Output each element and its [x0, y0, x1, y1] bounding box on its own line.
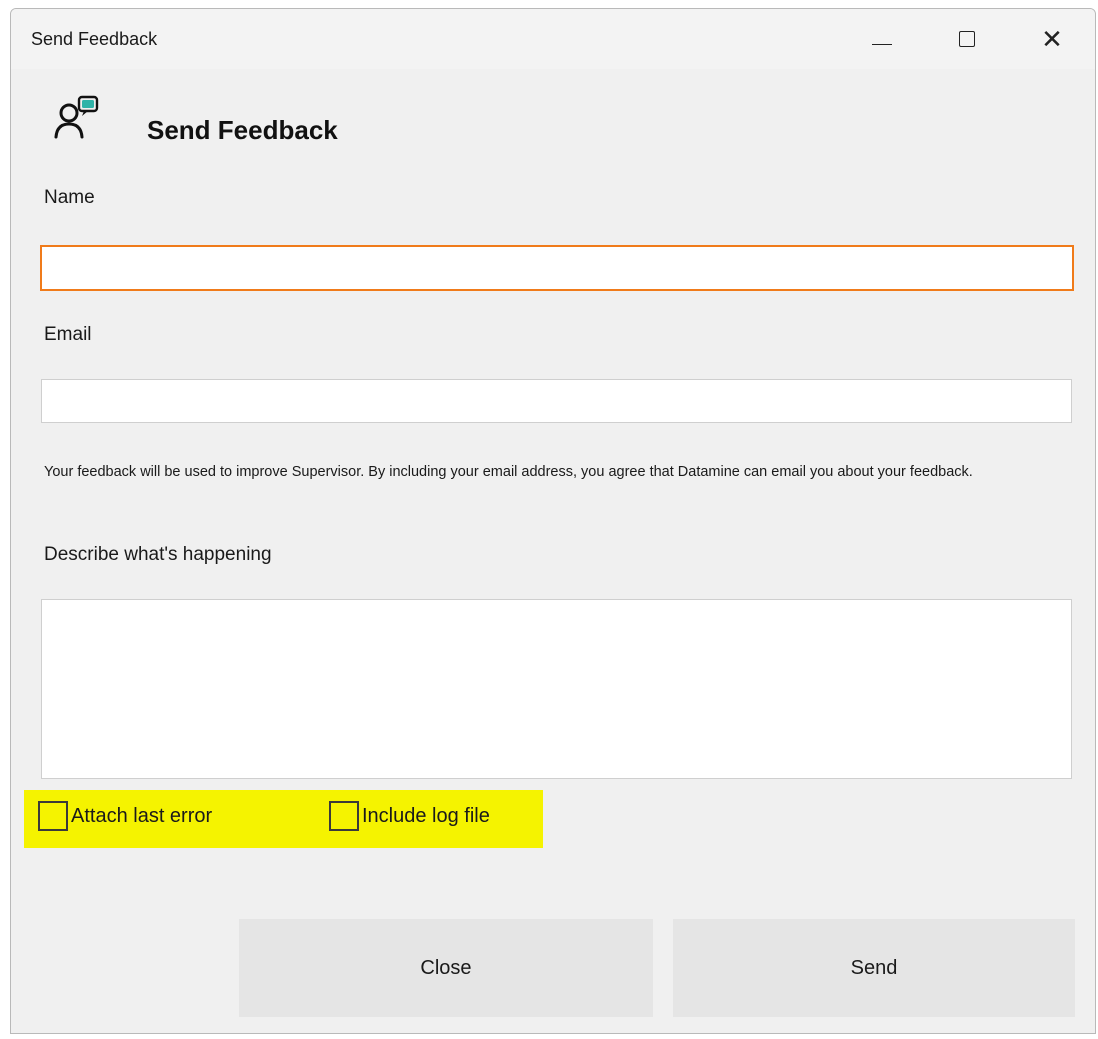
- maximize-icon: [959, 31, 975, 47]
- window-title: Send Feedback: [31, 29, 158, 49]
- include-log-file-option[interactable]: Include log file: [329, 801, 490, 831]
- title-bar[interactable]: Send Feedback ✕: [11, 9, 1095, 69]
- privacy-notice: Your feedback will be used to improve Su…: [44, 464, 973, 480]
- include-log-file-checkbox[interactable]: [329, 801, 359, 831]
- minimize-icon: [872, 43, 892, 45]
- close-window-button[interactable]: ✕: [1021, 9, 1083, 69]
- maximize-button[interactable]: [936, 9, 998, 69]
- close-icon: ✕: [1041, 24, 1063, 54]
- name-field[interactable]: [40, 245, 1074, 291]
- attach-last-error-option[interactable]: Attach last error: [38, 801, 212, 831]
- send-feedback-window: Send Feedback ✕ Send Feedback Name Email…: [10, 8, 1096, 1034]
- name-label: Name: [44, 187, 95, 208]
- close-button[interactable]: Close: [239, 919, 653, 1017]
- include-log-file-label: Include log file: [362, 804, 490, 827]
- page-title: Send Feedback: [147, 115, 338, 145]
- email-label: Email: [44, 324, 92, 345]
- describe-label: Describe what's happening: [44, 544, 272, 565]
- attach-last-error-checkbox[interactable]: [38, 801, 68, 831]
- send-button[interactable]: Send: [673, 919, 1075, 1017]
- email-field[interactable]: [41, 379, 1072, 423]
- attach-last-error-label: Attach last error: [71, 804, 213, 827]
- feedback-person-icon: [54, 95, 99, 139]
- minimize-button[interactable]: [851, 9, 913, 69]
- description-textarea[interactable]: [41, 599, 1072, 779]
